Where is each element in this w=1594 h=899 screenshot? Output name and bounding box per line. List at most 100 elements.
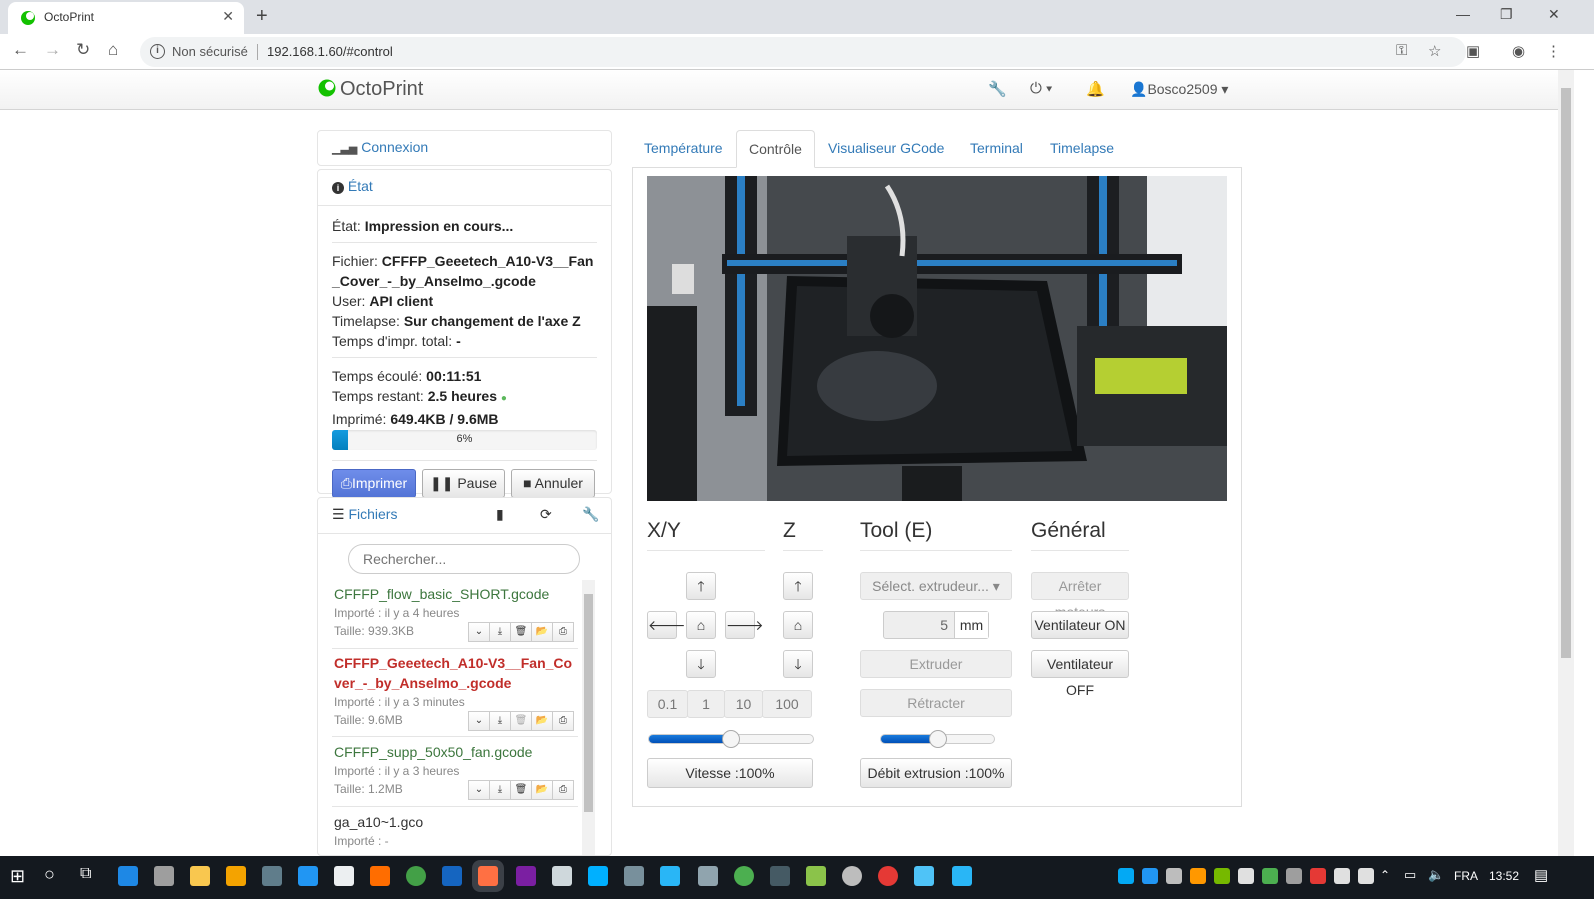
app-icon[interactable] bbox=[698, 866, 718, 886]
flow-button[interactable]: Débit extrusion :100% bbox=[860, 758, 1012, 788]
speed-slider[interactable] bbox=[648, 730, 814, 748]
list-item[interactable]: ga_a10~1.gco Importé : - bbox=[334, 812, 574, 855]
tray-icon[interactable] bbox=[1262, 868, 1278, 884]
speed-button[interactable]: Vitesse :100% bbox=[647, 758, 813, 788]
load-icon[interactable]: 📂 bbox=[531, 711, 553, 731]
address-bar[interactable]: i Non sécurisé 192.168.1.60/#control bbox=[140, 37, 1466, 67]
extruder-select[interactable]: Sélect. extrudeur... ▾ bbox=[860, 572, 1012, 600]
jog-z-plus-button[interactable]: 🡑 bbox=[783, 572, 813, 600]
user-menu[interactable]: 👤Bosco2509 ▾ bbox=[1130, 81, 1228, 98]
tab-control[interactable]: Contrôle bbox=[736, 130, 815, 168]
tab-timelapse[interactable]: Timelapse bbox=[1038, 130, 1126, 168]
firefox-icon[interactable] bbox=[478, 866, 498, 886]
tray-chevron-icon[interactable]: ⌃ bbox=[1380, 868, 1390, 882]
list-item[interactable]: CFFFP_Geeetech_A10-V3__Fan_Co ver_-_by_A… bbox=[334, 653, 574, 733]
chrome-icon[interactable] bbox=[734, 866, 754, 886]
fan-off-button[interactable]: Ventilateur OFF bbox=[1031, 650, 1129, 698]
list-item[interactable]: CFFFP_supp_50x50_fan.gcode Importé : il … bbox=[334, 742, 574, 802]
app-icon[interactable] bbox=[660, 866, 680, 886]
steam-icon[interactable] bbox=[442, 866, 462, 886]
app-icon[interactable] bbox=[262, 866, 282, 886]
minimize-icon[interactable]: — bbox=[1456, 6, 1470, 22]
tray-icon[interactable] bbox=[1238, 868, 1254, 884]
profile-icon[interactable]: ◉ bbox=[1512, 42, 1525, 60]
load-icon[interactable]: 📂 bbox=[531, 622, 553, 642]
download-icon[interactable]: ⤓ bbox=[489, 780, 511, 800]
jog-z-minus-button[interactable]: 🡓 bbox=[783, 650, 813, 678]
expand-icon[interactable]: ⌄ bbox=[468, 622, 490, 642]
forward-icon[interactable]: → bbox=[44, 40, 61, 60]
app-icon[interactable] bbox=[298, 866, 318, 886]
tray-icon[interactable] bbox=[1334, 868, 1350, 884]
jog-x-plus-button[interactable]: 🡒 bbox=[725, 611, 764, 639]
expand-icon[interactable]: ⌄ bbox=[468, 711, 490, 731]
files-header[interactable]: ☰ Fichiers ▮ ⟳ 🔧 bbox=[318, 498, 611, 534]
app-icon[interactable] bbox=[952, 866, 972, 886]
list-item[interactable]: CFFFP_flow_basic_SHORT.gcode Importé : i… bbox=[334, 584, 574, 644]
load-print-icon[interactable]: ⎙ bbox=[552, 780, 574, 800]
step-1-button[interactable]: 1 bbox=[687, 690, 725, 718]
browser-tab[interactable]: OctoPrint ✕ bbox=[8, 2, 244, 34]
step-0-1-button[interactable]: 0.1 bbox=[647, 690, 688, 718]
state-link[interactable]: État bbox=[348, 178, 373, 194]
tray-icon[interactable] bbox=[1286, 868, 1302, 884]
tray-icon[interactable] bbox=[1358, 868, 1374, 884]
app-icon[interactable] bbox=[914, 866, 934, 886]
tab-gcode-viewer[interactable]: Visualiseur GCode bbox=[816, 130, 956, 168]
windows-start-icon[interactable]: ⊞ bbox=[10, 866, 25, 887]
home-z-button[interactable]: ⌂ bbox=[783, 611, 813, 639]
connection-link[interactable]: Connexion bbox=[361, 139, 428, 155]
new-tab-icon[interactable]: + bbox=[256, 5, 268, 28]
home-icon[interactable]: ⌂ bbox=[108, 40, 118, 60]
app-icon[interactable] bbox=[770, 866, 790, 886]
extension-icon[interactable]: ▣ bbox=[1466, 42, 1480, 60]
search-icon[interactable]: ○ bbox=[44, 864, 55, 885]
task-view-icon[interactable]: ⧉ bbox=[80, 865, 91, 883]
load-icon[interactable]: 📂 bbox=[531, 780, 553, 800]
step-100-button[interactable]: 100 bbox=[762, 690, 812, 718]
fan-on-button[interactable]: Ventilateur ON bbox=[1031, 611, 1129, 639]
skype-icon[interactable] bbox=[1118, 868, 1134, 884]
menu-icon[interactable]: ⋮ bbox=[1546, 42, 1561, 60]
close-window-icon[interactable]: ✕ bbox=[1548, 6, 1560, 23]
files-link[interactable]: Fichiers bbox=[348, 506, 397, 522]
jog-y-plus-button[interactable]: 🡑 bbox=[686, 572, 716, 600]
twitch-icon[interactable] bbox=[516, 866, 536, 886]
info-icon[interactable]: i bbox=[150, 44, 165, 59]
app-icon[interactable] bbox=[552, 866, 572, 886]
reload-icon[interactable]: ↻ bbox=[76, 40, 90, 60]
app-icon[interactable] bbox=[842, 866, 862, 886]
print-button[interactable]: ⎙Imprimer bbox=[332, 469, 416, 498]
download-icon[interactable]: ⤓ bbox=[489, 711, 511, 731]
load-print-icon[interactable]: ⎙ bbox=[552, 622, 574, 642]
tray-icon[interactable] bbox=[1142, 868, 1158, 884]
speed-slider-handle[interactable] bbox=[722, 730, 740, 748]
connection-header[interactable]: ▁▃▅ Connexion bbox=[318, 131, 611, 167]
flow-slider-handle[interactable] bbox=[928, 730, 947, 748]
tray-icon[interactable] bbox=[1166, 868, 1182, 884]
file-list-scrollbar[interactable] bbox=[582, 580, 595, 855]
notifications-bell-icon[interactable]: 🔔 bbox=[1086, 80, 1105, 98]
star-icon[interactable]: ☆ bbox=[1428, 42, 1441, 60]
nvidia-icon[interactable] bbox=[1214, 868, 1230, 884]
app-icon[interactable] bbox=[806, 866, 826, 886]
refresh-icon[interactable]: ⟳ bbox=[540, 506, 552, 523]
vlc-icon[interactable] bbox=[370, 866, 390, 886]
url-text[interactable]: 192.168.1.60/#control bbox=[267, 44, 393, 59]
back-icon[interactable]: ← bbox=[12, 40, 29, 60]
step-10-button[interactable]: 10 bbox=[724, 690, 763, 718]
tray-icon[interactable] bbox=[1310, 868, 1326, 884]
tray-icon[interactable] bbox=[1190, 868, 1206, 884]
delete-icon[interactable]: 🗑 bbox=[510, 622, 532, 642]
app-icon[interactable] bbox=[226, 866, 246, 886]
extrude-button[interactable]: Extruder bbox=[860, 650, 1012, 678]
flow-slider[interactable] bbox=[880, 730, 995, 748]
app-icon[interactable] bbox=[878, 866, 898, 886]
edge-icon[interactable] bbox=[118, 866, 138, 886]
app-icon[interactable] bbox=[588, 866, 608, 886]
action-center-icon[interactable]: ▤ bbox=[1534, 866, 1548, 884]
jog-y-minus-button[interactable]: 🡓 bbox=[686, 650, 716, 678]
motors-off-button[interactable]: Arrêter moteurs bbox=[1031, 572, 1129, 620]
load-print-icon[interactable]: ⎙ bbox=[552, 711, 574, 731]
clock[interactable]: 13:52 bbox=[1489, 869, 1519, 883]
